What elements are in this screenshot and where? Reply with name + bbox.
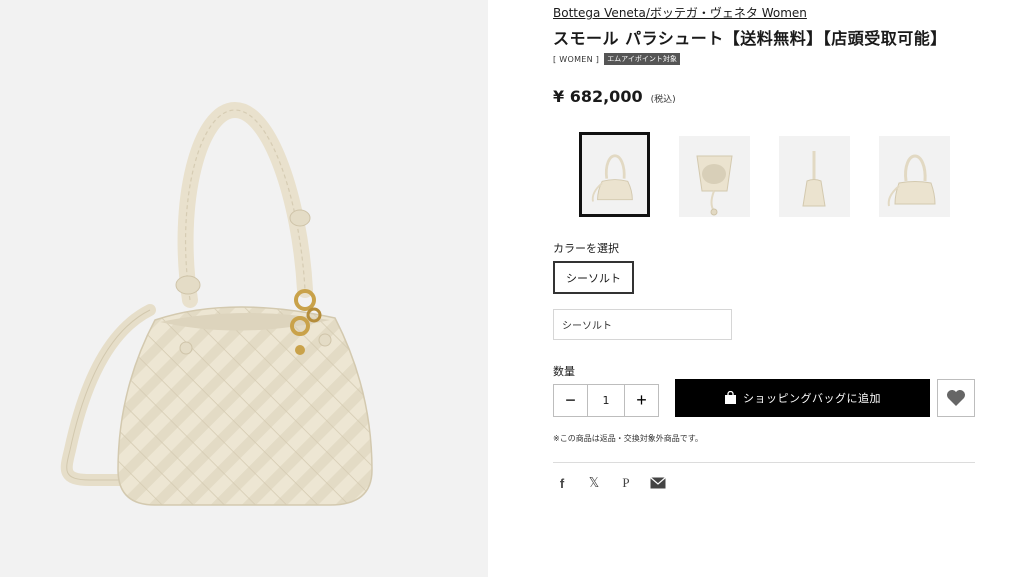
- quantity-heading: 数量: [553, 365, 575, 378]
- main-product-image: [0, 0, 488, 577]
- share-links: f 𝕏 P: [553, 474, 667, 492]
- divider: [553, 462, 975, 463]
- handbag-illustration: [60, 101, 373, 506]
- category-tag: [ WOMEN ]: [553, 54, 600, 64]
- price: ¥ 682,000: [553, 87, 643, 106]
- price-row: ¥ 682,000 (税込): [553, 87, 676, 106]
- quantity-stepper: − 1 +: [553, 384, 659, 417]
- tax-note: (税込): [650, 95, 676, 105]
- pinterest-icon[interactable]: P: [617, 474, 635, 492]
- points-badge: エムアイポイント対象: [604, 53, 680, 65]
- thumbnail-front-view[interactable]: [579, 132, 650, 217]
- thumb-bag-icon: [802, 151, 826, 207]
- color-select-field[interactable]: シーソルト: [553, 309, 732, 340]
- color-swatch-button[interactable]: シーソルト: [553, 261, 634, 294]
- add-to-bag-label: ショッピングバッグに追加: [743, 392, 881, 405]
- envelope-icon: [650, 477, 666, 489]
- color-heading: カラーを選択: [553, 242, 619, 255]
- brand-link[interactable]: Bottega Veneta/ボッテガ・ヴェネタ Women: [553, 4, 807, 21]
- mail-icon[interactable]: [649, 474, 667, 492]
- thumb-bag-icon: [887, 154, 936, 207]
- thumbnail-back-view[interactable]: [879, 136, 950, 217]
- heart-icon: [947, 390, 965, 406]
- x-icon[interactable]: 𝕏: [585, 474, 603, 492]
- thumbnail-top-open-view[interactable]: [679, 136, 750, 217]
- shopping-bag-icon: [725, 391, 736, 404]
- decrement-button[interactable]: −: [554, 385, 587, 416]
- wishlist-button[interactable]: [937, 379, 975, 417]
- product-title: スモール パラシュート【送料無料】【店頭受取可能】: [553, 29, 947, 48]
- product-tags: [ WOMEN ] エムアイポイント対象: [553, 53, 680, 65]
- thumb-bag-icon: [696, 155, 733, 216]
- increment-button[interactable]: +: [625, 385, 658, 416]
- thumb-bag-icon: [591, 154, 633, 202]
- facebook-icon[interactable]: f: [553, 474, 571, 492]
- return-notice: ※この商品は返品・交換対象外商品です。: [553, 434, 703, 443]
- quantity-value[interactable]: 1: [587, 385, 625, 416]
- thumbnail-side-view[interactable]: [779, 136, 850, 217]
- add-to-bag-button[interactable]: ショッピングバッグに追加: [675, 379, 930, 417]
